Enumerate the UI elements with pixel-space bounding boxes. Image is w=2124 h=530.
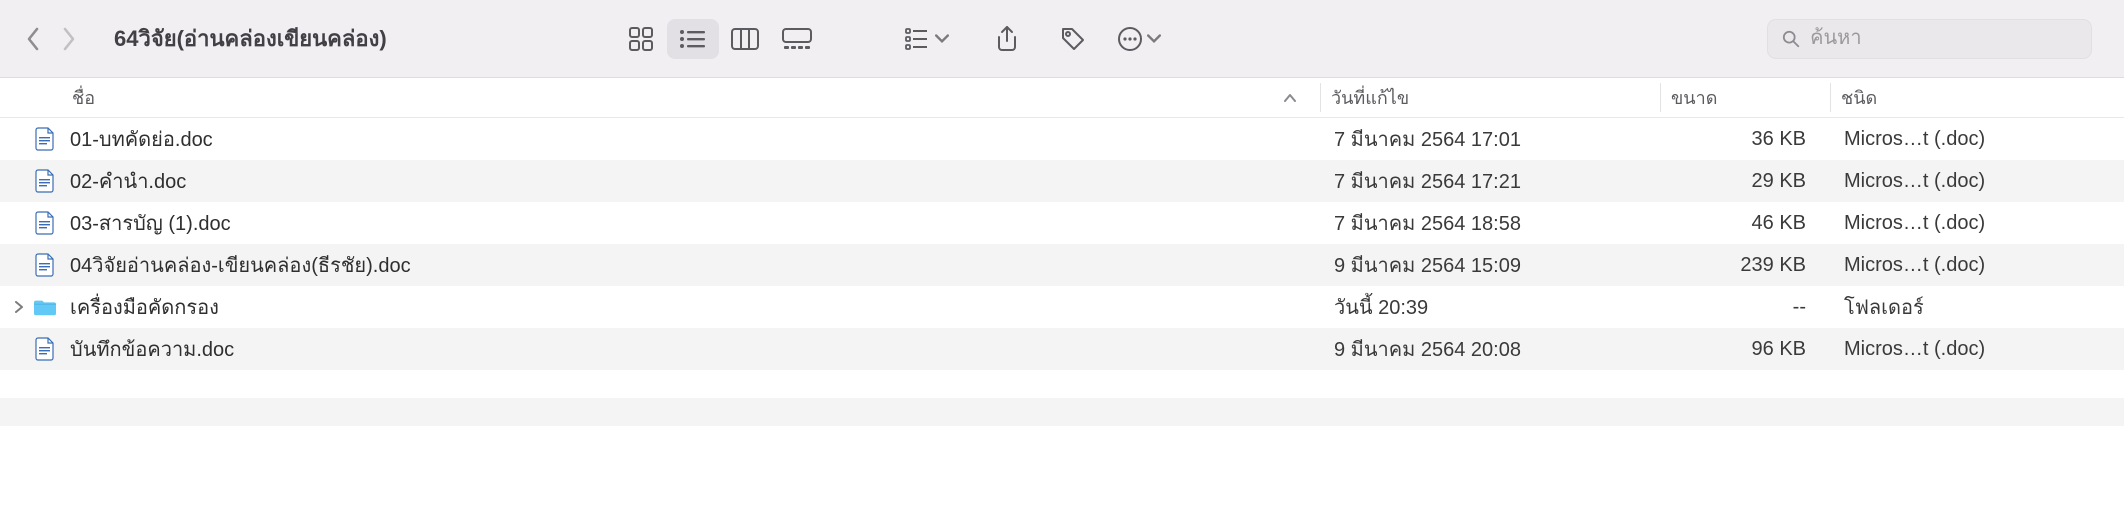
chevron-down-icon (1147, 32, 1161, 46)
doc-file-icon (35, 253, 55, 277)
file-date: 7 มีนาคม 2564 17:21 (1320, 165, 1660, 197)
doc-file-icon (34, 336, 56, 362)
gallery-icon (782, 28, 812, 50)
tag-icon (1060, 26, 1086, 52)
disclosure-triangle[interactable] (10, 301, 28, 313)
table-row[interactable]: 03-สารบัญ (1).doc 7 มีนาคม 2564 18:5846 K… (0, 202, 2124, 244)
file-kind: Micros…t (.doc) (1830, 128, 2124, 151)
file-date: 7 มีนาคม 2564 18:58 (1320, 207, 1660, 239)
columns-icon (731, 28, 759, 50)
column-header-row: ชื่อ วันที่แก้ไข ขนาด ชนิด (0, 78, 2124, 118)
file-kind: โฟลเดอร์ (1830, 291, 2124, 323)
file-size: 46 KB (1660, 212, 1830, 235)
chevron-down-icon (935, 32, 949, 46)
file-kind: Micros…t (.doc) (1830, 254, 2124, 277)
view-switcher (615, 19, 823, 59)
back-button[interactable] (24, 25, 42, 53)
file-name: 03-สารบัญ (1).doc (70, 207, 231, 239)
list-view-button[interactable] (667, 19, 719, 59)
toolbar-group-actions (901, 19, 1165, 59)
file-size: 36 KB (1660, 128, 1830, 151)
column-header-name[interactable]: ชื่อ (0, 83, 1320, 112)
search-icon (1782, 29, 1800, 49)
file-list: 01-บทคัดย่อ.doc7 มีนาคม 2564 17:0136 KBM… (0, 118, 2124, 370)
doc-file-icon (34, 168, 56, 194)
doc-file-icon (34, 252, 56, 278)
chevron-right-icon (62, 27, 76, 51)
doc-file-icon (35, 169, 55, 193)
ellipsis-circle-icon (1117, 26, 1143, 52)
file-size: 239 KB (1660, 254, 1830, 277)
forward-button[interactable] (60, 25, 78, 53)
footer-strip (0, 398, 2124, 426)
doc-file-icon (34, 126, 56, 152)
column-header-name-label: ชื่อ (72, 83, 95, 112)
table-row[interactable]: 01-บทคัดย่อ.doc 7 มีนาคม 2564 17:0136 KBM… (0, 118, 2124, 160)
list-icon (679, 28, 707, 50)
window-title: 64วิจัย(อ่านคล่องเขียนคล่อง) (114, 21, 387, 56)
doc-file-icon (35, 127, 55, 151)
file-kind: Micros…t (.doc) (1830, 338, 2124, 361)
column-header-kind[interactable]: ชนิด (1830, 83, 2124, 112)
file-size: 96 KB (1660, 338, 1830, 361)
chevron-right-icon (14, 301, 24, 313)
table-row[interactable]: 02-คำนำ.doc 7 มีนาคม 2564 17:2129 KBMicro… (0, 160, 2124, 202)
sort-indicator (1284, 87, 1296, 108)
column-view-button[interactable] (719, 19, 771, 59)
list-gap (0, 370, 2124, 398)
tags-button[interactable] (1047, 19, 1099, 59)
file-name: 01-บทคัดย่อ.doc (70, 123, 213, 155)
file-date: วันนี้ 20:39 (1320, 291, 1660, 323)
file-size: -- (1660, 296, 1830, 319)
file-kind: Micros…t (.doc) (1830, 212, 2124, 235)
table-row[interactable]: 04วิจัยอ่านคล่อง-เขียนคล่อง(ธีรชัย).doc 9… (0, 244, 2124, 286)
gallery-view-button[interactable] (771, 19, 823, 59)
grid-icon (628, 26, 654, 52)
share-button[interactable] (981, 19, 1033, 59)
file-name: เครื่องมือคัดกรอง (70, 291, 219, 323)
toolbar: 64วิจัย(อ่านคล่องเขียนคล่อง) (0, 0, 2124, 78)
table-row[interactable]: เครื่องมือคัดกรอง วันนี้ 20:39--โฟลเดอร์ (0, 286, 2124, 328)
search-field[interactable] (1767, 19, 2092, 59)
column-header-size[interactable]: ขนาด (1660, 83, 1830, 112)
file-name: 04วิจัยอ่านคล่อง-เขียนคล่อง(ธีรชัย).doc (70, 249, 411, 281)
file-date: 9 มีนาคม 2564 20:08 (1320, 333, 1660, 365)
group-icon (905, 28, 931, 50)
file-date: 7 มีนาคม 2564 17:01 (1320, 123, 1660, 155)
nav-arrows (24, 25, 78, 53)
doc-file-icon (35, 337, 55, 361)
folder-icon (34, 297, 56, 317)
file-kind: Micros…t (.doc) (1830, 170, 2124, 193)
doc-file-icon (35, 211, 55, 235)
file-name: บันทึกข้อความ.doc (70, 333, 234, 365)
column-header-date[interactable]: วันที่แก้ไข (1320, 83, 1660, 112)
file-date: 9 มีนาคม 2564 15:09 (1320, 249, 1660, 281)
file-size: 29 KB (1660, 170, 1830, 193)
more-actions-button[interactable] (1113, 19, 1165, 59)
table-row[interactable]: บันทึกข้อความ.doc 9 มีนาคม 2564 20:0896 K… (0, 328, 2124, 370)
chevron-left-icon (26, 27, 40, 51)
folder-icon (34, 294, 56, 320)
chevron-up-icon (1284, 93, 1296, 103)
search-input[interactable] (1810, 27, 2077, 50)
icon-view-button[interactable] (615, 19, 667, 59)
file-name: 02-คำนำ.doc (70, 165, 186, 197)
group-by-button[interactable] (901, 19, 953, 59)
doc-file-icon (34, 210, 56, 236)
share-icon (996, 25, 1018, 53)
